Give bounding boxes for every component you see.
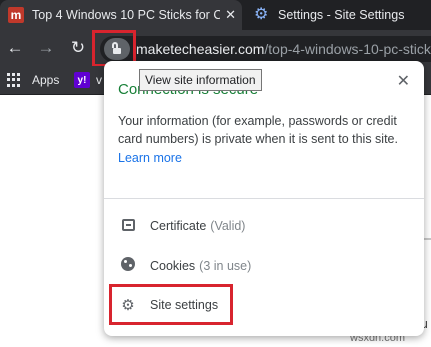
tab-title: Settings - Site Settings: [278, 8, 405, 22]
yahoo-bookmark-icon[interactable]: y!: [74, 72, 90, 88]
url-text[interactable]: maketecheasier.com/top-4-windows-10-pc-s…: [136, 41, 431, 57]
bookmark-label[interactable]: v: [96, 73, 102, 87]
site-settings-highlight-box: [109, 284, 233, 325]
certificate-icon: [120, 218, 136, 235]
gear-icon: ⚙: [254, 6, 269, 23]
site-info-tooltip: View site information: [139, 69, 262, 91]
tab-strip: m Top 4 Windows 10 PC Sticks for C ✕ ⚙ S…: [0, 0, 431, 30]
url-host: maketecheasier.com: [136, 41, 265, 57]
cookies-menu-item[interactable]: Cookies (3 in use): [104, 246, 424, 286]
url-path: /top-4-windows-10-pc-stick: [264, 41, 431, 57]
cookies-count: (3 in use): [199, 259, 252, 273]
tab-maketecheasier[interactable]: m Top 4 Windows 10 PC Sticks for C ✕: [0, 0, 242, 30]
divider: [104, 198, 424, 199]
tab-title: Top 4 Windows 10 PC Sticks for C: [32, 8, 220, 22]
certificate-label: Certificate: [150, 219, 207, 233]
cookie-icon: [120, 257, 136, 275]
cookies-label: Cookies: [150, 259, 196, 273]
apps-grid-icon[interactable]: [7, 73, 21, 87]
certificate-status: (Valid): [210, 219, 246, 233]
learn-more-link[interactable]: Learn more: [118, 151, 182, 165]
site-favicon: m: [8, 7, 24, 23]
security-description: Your information (for example, passwords…: [118, 114, 398, 146]
back-arrow-icon[interactable]: ←: [3, 36, 27, 60]
reload-icon[interactable]: ↻: [66, 36, 90, 60]
apps-bookmark[interactable]: Apps: [32, 73, 59, 87]
forward-arrow-icon[interactable]: →: [34, 36, 58, 60]
close-tab-icon[interactable]: ✕: [225, 7, 236, 23]
certificate-menu-item[interactable]: Certificate (Valid): [104, 206, 424, 246]
tab-settings[interactable]: ⚙ Settings - Site Settings: [246, 0, 431, 30]
close-icon[interactable]: ✕: [397, 71, 410, 91]
